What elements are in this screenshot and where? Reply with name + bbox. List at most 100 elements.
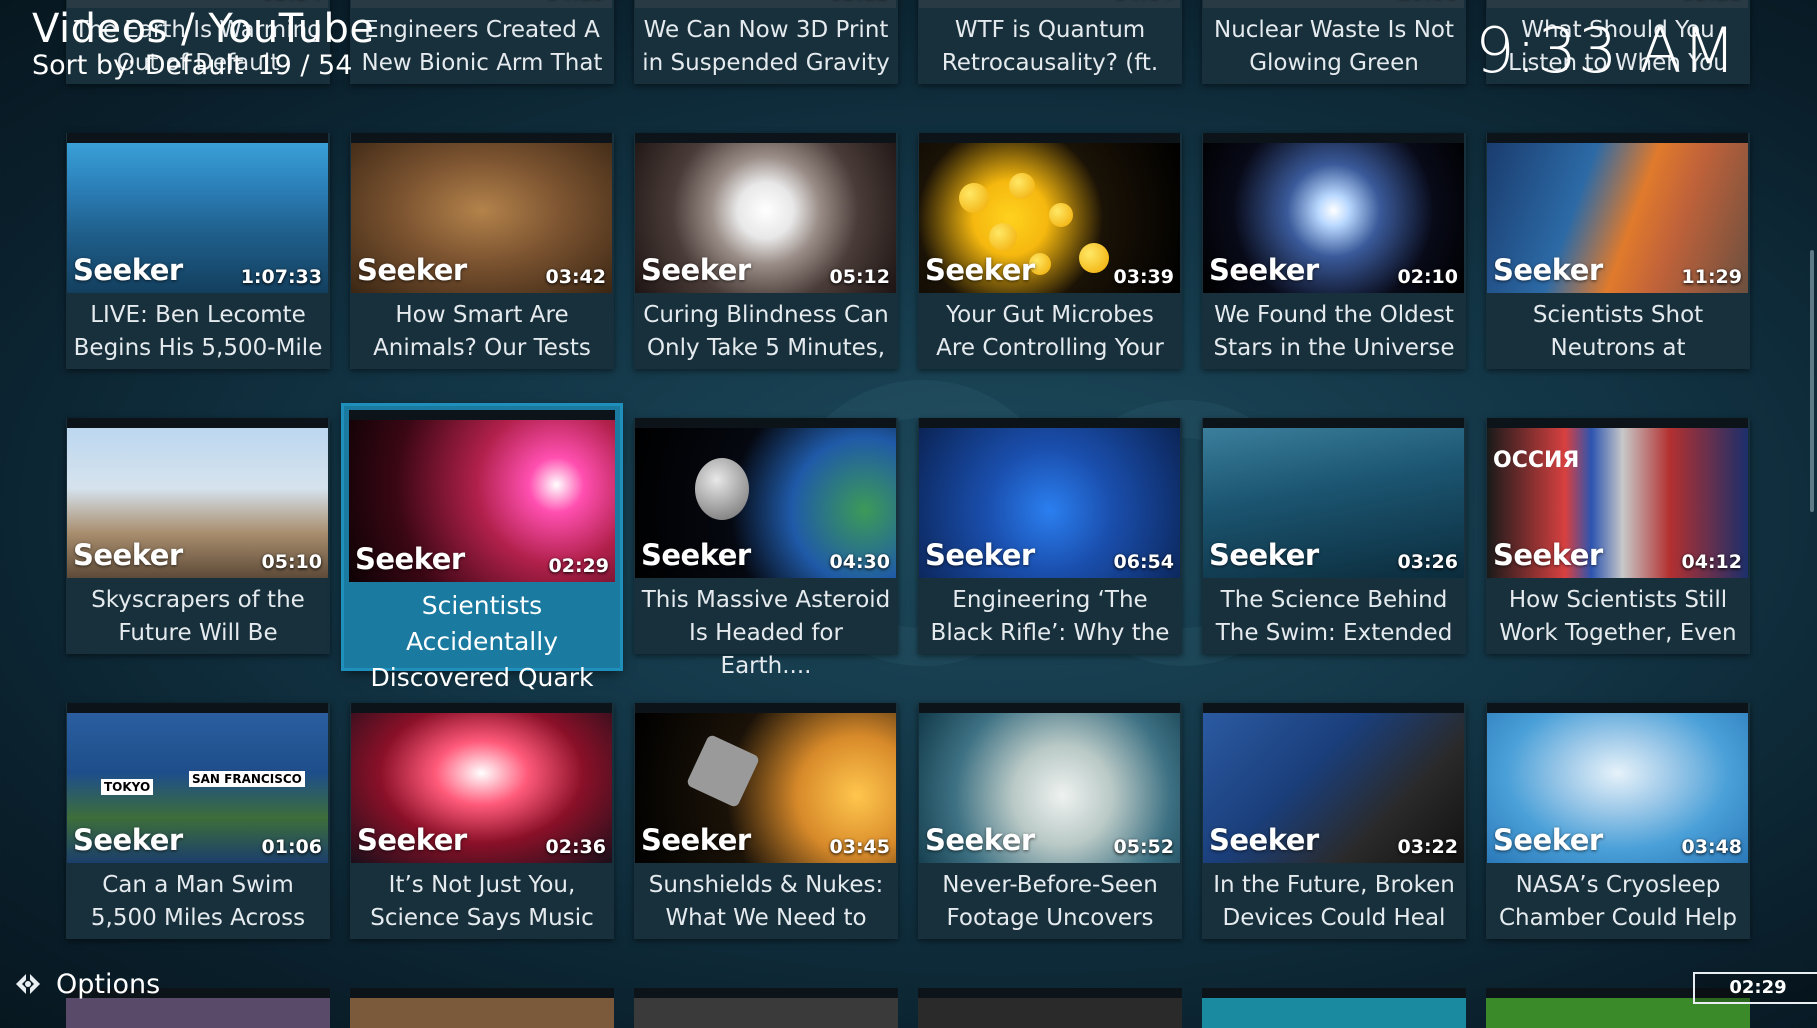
tile-top-strip [919, 418, 1180, 428]
video-duration: 04:04 [1114, 0, 1174, 3]
tile-top-strip [67, 418, 328, 428]
microbe-shape [959, 183, 989, 213]
seeker-logo: Seeker [357, 823, 467, 857]
tile-top-strip [635, 133, 896, 143]
flag-label: ОССИЯ [1493, 448, 1580, 473]
options-icon [16, 974, 40, 994]
tile-top-strip [1203, 703, 1464, 713]
video-thumbnail: Seeker 1:07:33 [67, 143, 328, 293]
options-label: Options [56, 968, 161, 1000]
video-title: How Scientists Still Work Together, Even [1499, 587, 1737, 646]
video-duration: 03:28 [1682, 0, 1742, 3]
sort-label[interactable]: Sort by: Default [32, 50, 243, 81]
seeker-logo: Seeker [1493, 823, 1603, 857]
video-tile-partial[interactable] [918, 988, 1182, 1028]
video-tile[interactable]: Seeker 05:10 Skyscrapers of the Future Wil… [66, 418, 330, 654]
video-tile[interactable]: Seeker 04:30 This Massive Asteroid Is Head… [634, 418, 898, 679]
video-tile-partial[interactable] [350, 988, 614, 1028]
video-thumbnail: Seeker 03:45 [635, 713, 896, 863]
tile-top-strip [349, 410, 615, 420]
video-title: The Science Behind The Swim: Extended [1215, 587, 1453, 646]
video-tile[interactable]: Seeker 1:07:33 LIVE: Ben Lecomte Begins Hi… [66, 133, 330, 369]
sunshield-shape [685, 733, 761, 809]
video-duration: 04:30 [829, 551, 890, 573]
options-button[interactable]: Options [12, 968, 160, 1000]
video-tile[interactable]: Seeker 06:54 Engineering ‘The Black Rifle’… [918, 418, 1182, 654]
video-thumbnail: 03:28 [1487, 0, 1748, 8]
video-title: Skyscrapers of the Future Will Be [91, 587, 305, 646]
video-thumbnail: Seeker 02:10 [1203, 143, 1464, 293]
video-tile[interactable]: Seeker 05:52 Never-Before-Seen Footage Unc… [918, 703, 1182, 939]
video-tile[interactable]: Seeker 02:29 Scientists Accidentally Disco… [344, 406, 620, 692]
video-thumbnail: Seeker 03:26 [1203, 428, 1464, 578]
video-tile[interactable]: Seeker 02:36 It’s Not Just You, Science Sa… [350, 703, 614, 939]
video-thumbnail: 04:04 [919, 0, 1180, 8]
video-thumbnail: Seeker 02:29 [349, 420, 615, 582]
video-thumbnail: 20:06 [1203, 0, 1464, 8]
video-title: Sunshields & Nukes: What We Need to [648, 872, 884, 931]
video-thumbnail: Seeker 03:48 [1487, 713, 1748, 863]
video-title-line: Engineers Created A [364, 17, 600, 43]
video-title-line: New Bionic Arm That [361, 50, 603, 76]
seeker-logo: Seeker [641, 823, 751, 857]
video-tile[interactable]: Seeker 03:22 In the Future, Broken Devices… [1202, 703, 1466, 939]
video-duration: 04:29 [546, 0, 606, 3]
video-tile[interactable]: TOKYO SAN FRANCISCO Seeker 01:06 Can a Man S… [66, 703, 330, 939]
video-title: Can a Man Swim 5,500 Miles Across [90, 872, 306, 931]
map-label-tokyo: TOKYO [101, 779, 154, 795]
tile-top-strip [1203, 418, 1464, 428]
seeker-logo: Seeker [1493, 253, 1603, 287]
seeker-logo: Seeker [1493, 538, 1603, 572]
video-tile[interactable]: 04:29 Engineers Created A New Bionic Arm T… [350, 0, 614, 84]
video-tile[interactable]: Seeker 11:29 Scientists Shot Neutrons at [1486, 133, 1750, 369]
video-duration: 03:42 [545, 266, 606, 288]
tile-top-strip [919, 133, 1180, 143]
tile-top-strip [67, 703, 328, 713]
video-thumbnail: Seeker 02:36 [351, 713, 612, 863]
video-thumbnail: Seeker 06:54 [919, 428, 1180, 578]
video-tile[interactable]: ОССИЯ Seeker 04:12 How Scientists Still Wor… [1486, 418, 1750, 654]
video-tile-partial[interactable] [1202, 988, 1466, 1028]
scrollbar[interactable] [1810, 250, 1814, 512]
video-thumbnail: Seeker 03:42 [351, 143, 612, 293]
video-title-line: Nuclear Waste Is Not [1213, 17, 1455, 43]
video-title: How Smart Are Animals? Our Tests [373, 302, 591, 361]
video-title: Never-Before-Seen Footage Uncovers [942, 872, 1158, 931]
video-tile[interactable]: 04:04 WTF is Quantum Retrocausality? (ft. [918, 0, 1182, 84]
video-tile[interactable]: Seeker 05:12 Curing Blindness Can Only Tak… [634, 133, 898, 369]
asteroid-shape [695, 458, 749, 520]
video-title-line: Glowing Green [1249, 50, 1419, 76]
video-tile[interactable]: Seeker 02:10 We Found the Oldest Stars in … [1202, 133, 1466, 369]
video-tile[interactable]: Seeker 03:48 NASA’s Cryosleep Chamber Coul… [1486, 703, 1750, 939]
video-tile-partial[interactable] [634, 988, 898, 1028]
tile-top-strip [67, 133, 328, 143]
video-tile[interactable]: 03:13 We Can Now 3D Print in Suspended Gra… [634, 0, 898, 84]
video-tile[interactable]: 20:06 Nuclear Waste Is Not Glowing Green [1202, 0, 1466, 84]
video-tile[interactable]: Seeker 03:45 Sunshields & Nukes: What We N… [634, 703, 898, 939]
video-tile[interactable]: Seeker 03:42 How Smart Are Animals? Our Te… [350, 133, 614, 369]
microbe-shape [1079, 243, 1109, 273]
video-duration: 20:06 [1398, 0, 1458, 3]
video-thumbnail: Seeker 04:30 [635, 428, 896, 578]
video-title: Engineers Created A New Bionic Arm That [356, 14, 608, 80]
seeker-logo: Seeker [1209, 538, 1319, 572]
tile-top-strip [635, 703, 896, 713]
elapsed-time: 02:29 [1693, 972, 1817, 1004]
video-title-line: We Can Now 3D Print [643, 17, 889, 43]
video-title: We Found the Oldest Stars in the Univers… [1213, 302, 1455, 361]
video-title-line: in Suspended Gravity [642, 50, 890, 76]
video-thumbnail: 03:13 [635, 0, 896, 8]
sort-info: Sort by: Default 19 / 54 [32, 50, 352, 81]
video-duration: 01:06 [261, 836, 322, 858]
video-tile[interactable]: Seeker 03:26 The Science Behind The Swim: … [1202, 418, 1466, 654]
video-duration: 02:10 [1397, 266, 1458, 288]
seeker-logo: Seeker [73, 253, 183, 287]
video-duration: 03:13 [830, 0, 890, 3]
video-title: Engineering ‘The Black Rifle’: Why the [930, 587, 1170, 646]
video-title-line: Retrocausality? (ft. [941, 50, 1159, 76]
video-title: NASA’s Cryosleep Chamber Could Help [1498, 872, 1738, 931]
seeker-logo: Seeker [925, 823, 1035, 857]
video-duration: 02:29 [548, 555, 609, 577]
seeker-logo: Seeker [73, 538, 183, 572]
video-tile[interactable]: Seeker 03:39 Your Gut Microbes Are Control… [918, 133, 1182, 369]
